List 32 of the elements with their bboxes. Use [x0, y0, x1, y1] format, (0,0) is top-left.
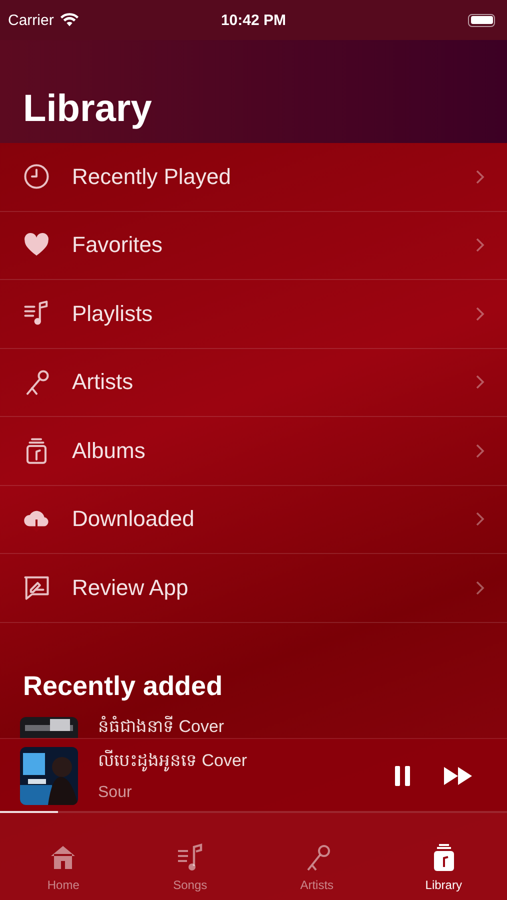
- page-title: Library: [23, 88, 152, 131]
- menu-item[interactable]: Artists: [0, 348, 507, 417]
- artist-name: Sour: [98, 784, 133, 802]
- chevron-right-icon: [475, 511, 485, 528]
- pause-button[interactable]: [393, 764, 413, 786]
- message-edit-icon: [23, 574, 50, 602]
- menu-item[interactable]: Downloaded: [0, 486, 507, 554]
- status-time: 10:42 PM: [220, 12, 288, 28]
- section-title: Recently added: [23, 670, 224, 703]
- carrier-name: Carrier: [8, 12, 54, 28]
- chevron-right-icon: [475, 306, 485, 322]
- fast-forward-button[interactable]: [443, 766, 473, 786]
- battery-icon: [468, 14, 495, 26]
- wifi-icon: [60, 12, 79, 28]
- song-title[interactable]: នំធំជាងនាទី Cover: [98, 716, 224, 736]
- chevron-right-icon: [475, 168, 485, 185]
- clock-icon: [23, 163, 50, 190]
- pause-icon: [393, 764, 413, 786]
- music-list-icon: [23, 300, 50, 328]
- mini-player[interactable]: លីបេះដូងអូនទេ Cover Sour: [0, 738, 507, 812]
- menu-item[interactable]: Playlists: [0, 280, 507, 348]
- song-title: លីបេះដូងអូនទេ Cover: [98, 749, 248, 774]
- menu-item[interactable]: Favorites: [0, 212, 507, 280]
- fast-forward-icon: [443, 766, 473, 786]
- menu-item[interactable]: Albums: [0, 417, 507, 486]
- menu-item[interactable]: Review App: [0, 554, 507, 622]
- chevron-right-icon: [475, 237, 485, 254]
- tab[interactable]: Library: [380, 812, 507, 900]
- chevron-right-icon: [475, 374, 485, 390]
- menu-item[interactable]: Recently Played: [0, 143, 507, 212]
- chevron-right-icon: [475, 580, 485, 596]
- chevron-right-icon: [475, 442, 485, 459]
